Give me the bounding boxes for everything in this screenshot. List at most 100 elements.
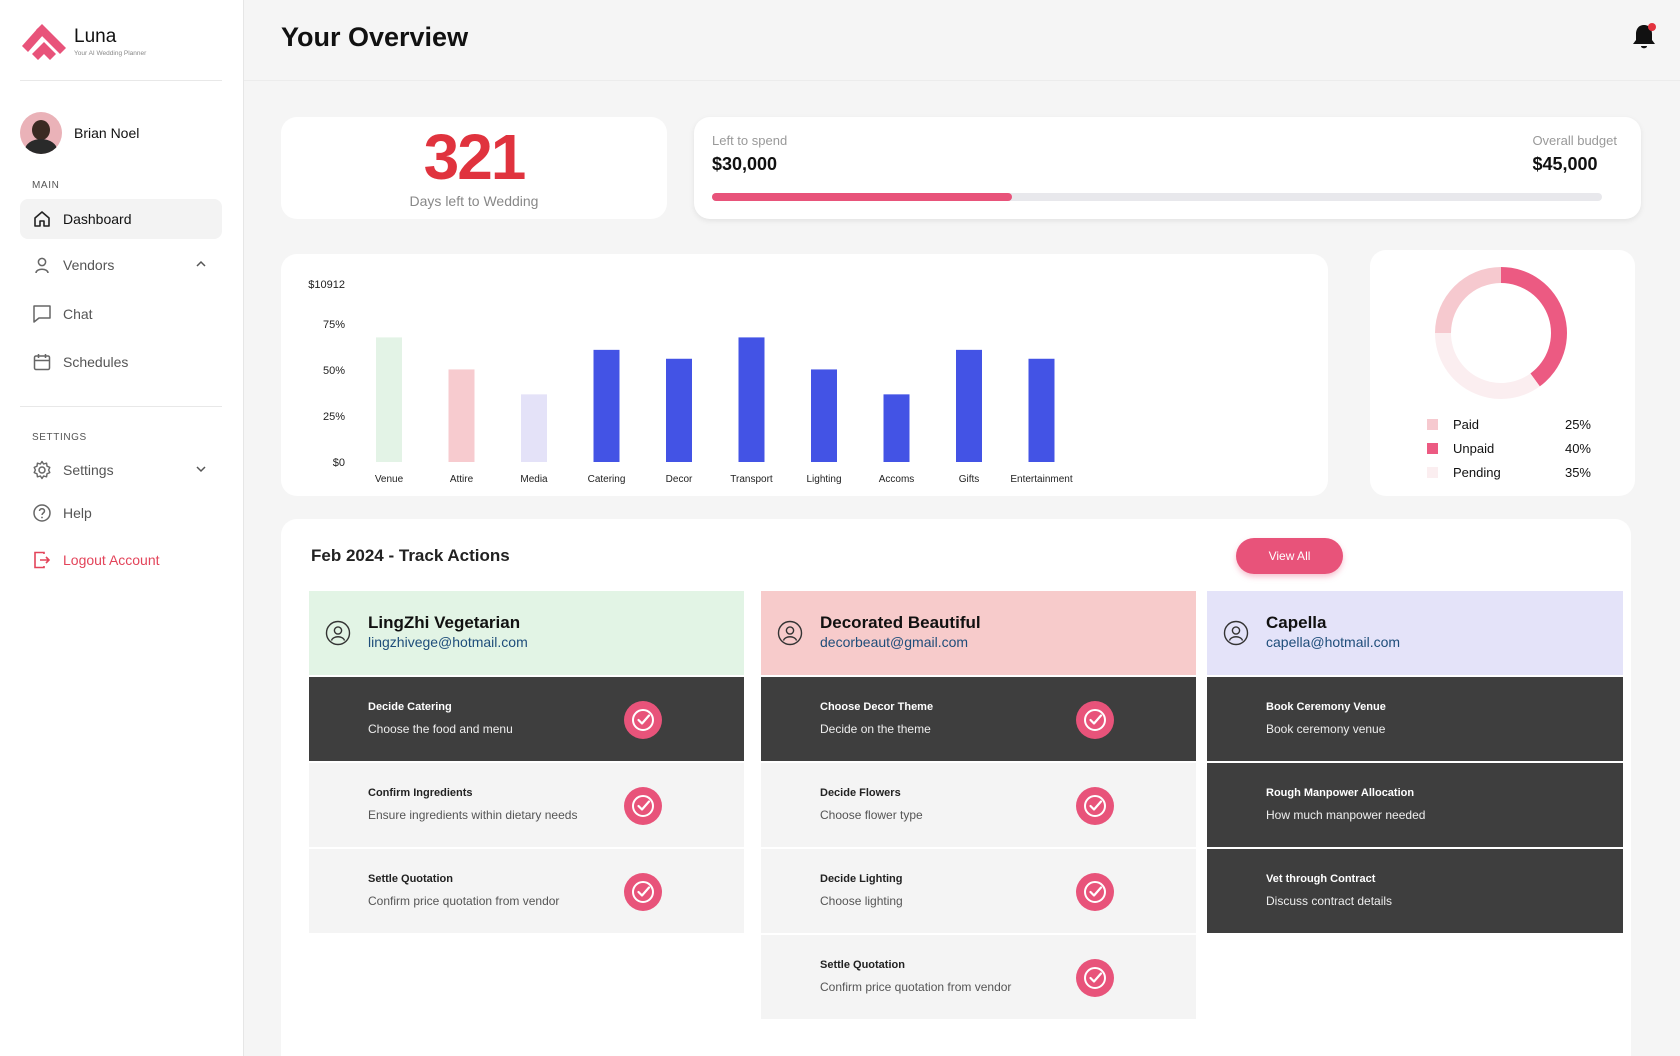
sidebar-item-dashboard[interactable]: Dashboard (20, 199, 222, 239)
check-circle-icon[interactable] (1076, 959, 1114, 997)
check-circle-icon[interactable] (1076, 701, 1114, 739)
task-item[interactable]: Settle Quotation Confirm price quotation… (761, 935, 1196, 1019)
y-tick-label: 75% (323, 319, 345, 331)
chevron-up-icon[interactable] (194, 257, 208, 271)
sidebar-item-logout[interactable]: Logout Account (20, 540, 222, 580)
user-circle-icon (777, 620, 803, 646)
left-to-spend-value: $30,000 (712, 154, 778, 174)
y-tick-label: 50% (323, 365, 345, 377)
bar-media[interactable] (521, 394, 547, 462)
bar-catering[interactable] (593, 349, 620, 462)
budget-card: Left to spend $30,000 Overall budget $45… (694, 117, 1641, 219)
help-icon (32, 503, 52, 523)
sidebar-item-chat[interactable]: Chat (20, 294, 222, 334)
overall-budget-value: $45,000 (1532, 154, 1598, 174)
bar-venue[interactable] (376, 337, 402, 462)
sidebar-item-vendors[interactable]: Vendors (20, 245, 222, 285)
spending-chart-card: $0 25% 50% 75% $10912 Venue Attire Media Caterin… (281, 254, 1328, 496)
task-item[interactable]: Choose Decor Theme Decide on the theme (761, 677, 1196, 761)
days-count: 321 (423, 121, 527, 193)
user-circle-icon (325, 620, 351, 646)
task-title: Settle Quotation (820, 959, 905, 971)
task-item[interactable]: Confirm Ingredients Ensure ingredients w… (309, 763, 744, 847)
vendor-email[interactable]: capella@hotmail.com (1266, 634, 1400, 650)
vendor-column: LingZhi Vegetarian lingzhivege@hotmail.c… (309, 591, 744, 933)
x-tick-label: Venue (375, 474, 404, 485)
sidebar-item-label: Logout Account (63, 552, 160, 568)
bar-gifts[interactable] (956, 349, 982, 462)
vendor-email[interactable]: decorbeaut@gmail.com (820, 634, 968, 650)
payment-status-card: Paid 25% Unpaid 40% Pending 35% (1370, 250, 1635, 496)
task-item[interactable]: Decide Catering Choose the food and menu (309, 677, 744, 761)
x-tick-label: Decor (666, 474, 693, 485)
home-icon (32, 209, 52, 229)
sidebar-item-help[interactable]: Help (20, 493, 222, 533)
track-actions-title: Feb 2024 - Track Actions (311, 546, 510, 565)
bar-accoms[interactable] (883, 394, 910, 462)
legend-swatch (1427, 418, 1438, 430)
bar-entertainment[interactable] (1028, 358, 1055, 462)
task-title: Vet through Contract (1266, 873, 1376, 885)
payment-donut-chart (1435, 267, 1567, 399)
check-circle-icon[interactable] (624, 787, 662, 825)
x-tick-label: Transport (730, 474, 773, 485)
task-item[interactable]: Decide Lighting Choose lighting (761, 849, 1196, 933)
check-circle-icon[interactable] (624, 873, 662, 911)
chevron-down-icon[interactable] (194, 462, 208, 476)
budget-progress-fill (712, 193, 1012, 201)
bell-icon[interactable] (1630, 22, 1658, 52)
vendor-header[interactable]: Decorated Beautiful decorbeaut@gmail.com (761, 591, 1196, 675)
task-title: Confirm Ingredients (368, 787, 473, 799)
slice-paid[interactable] (1435, 267, 1501, 333)
legend-unpaid: Unpaid 40% (1427, 438, 1591, 458)
app-name: Luna (74, 25, 117, 47)
check-circle-icon[interactable] (1076, 873, 1114, 911)
y-tick-label: $10912 (308, 279, 345, 291)
legend-swatch (1427, 442, 1438, 454)
task-item[interactable]: Rough Manpower Allocation How much manpo… (1207, 763, 1623, 847)
x-tick-label: Gifts (959, 474, 980, 485)
sidebar-item-settings[interactable]: Settings (20, 450, 222, 490)
bar-lighting[interactable] (811, 369, 837, 462)
days-label: Days left to Wedding (409, 193, 539, 209)
bar-decor[interactable] (666, 358, 692, 462)
sidebar-item-schedules[interactable]: Schedules (20, 342, 222, 382)
task-item[interactable]: Vet through Contract Discuss contract de… (1207, 849, 1623, 933)
legend-label: Paid (1453, 416, 1480, 432)
view-all-button[interactable]: View All (1236, 538, 1343, 574)
bar-attire[interactable] (448, 369, 475, 462)
task-description: Choose flower type (820, 808, 923, 822)
task-title: Decide Lighting (820, 873, 903, 885)
sidebar-item-label: Vendors (63, 257, 115, 273)
x-tick-label: Accoms (879, 474, 915, 485)
user-icon (32, 255, 52, 275)
bar-transport[interactable] (738, 337, 765, 462)
section-label-settings: SETTINGS (32, 432, 87, 443)
task-item[interactable]: Decide Flowers Choose flower type (761, 763, 1196, 847)
slice-unpaid[interactable] (1501, 267, 1567, 387)
avatar (20, 112, 62, 154)
header-divider (244, 80, 1680, 81)
check-circle-icon[interactable] (624, 701, 662, 739)
user-profile[interactable]: Brian Noel (20, 112, 139, 154)
slice-pending[interactable] (1435, 333, 1540, 399)
task-description: Confirm price quotation from vendor (820, 980, 1012, 994)
check-circle-icon[interactable] (1076, 787, 1114, 825)
task-item[interactable]: Settle Quotation Confirm price quotation… (309, 849, 744, 933)
sidebar-item-label: Schedules (63, 354, 129, 370)
x-tick-label: Media (520, 474, 548, 485)
vendor-header[interactable]: Capella capella@hotmail.com (1207, 591, 1623, 675)
vendor-email[interactable]: lingzhivege@hotmail.com (368, 634, 528, 650)
task-description: Ensure ingredients within dietary needs (368, 808, 578, 822)
legend-pending: Pending 35% (1427, 462, 1591, 482)
legend-label: Pending (1453, 464, 1501, 480)
sidebar: Luna Your AI Wedding Planner Brian Noel … (0, 0, 244, 1056)
task-description: Book ceremony venue (1266, 722, 1386, 736)
logo[interactable]: Luna Your AI Wedding Planner (20, 20, 146, 62)
vendor-header[interactable]: LingZhi Vegetarian lingzhivege@hotmail.c… (309, 591, 744, 675)
chat-icon (32, 304, 52, 324)
legend-value: 40% (1564, 440, 1591, 456)
vendor-name: Capella (1266, 613, 1327, 632)
page-title: Your Overview (281, 22, 469, 52)
task-item[interactable]: Book Ceremony Venue Book ceremony venue (1207, 677, 1623, 761)
